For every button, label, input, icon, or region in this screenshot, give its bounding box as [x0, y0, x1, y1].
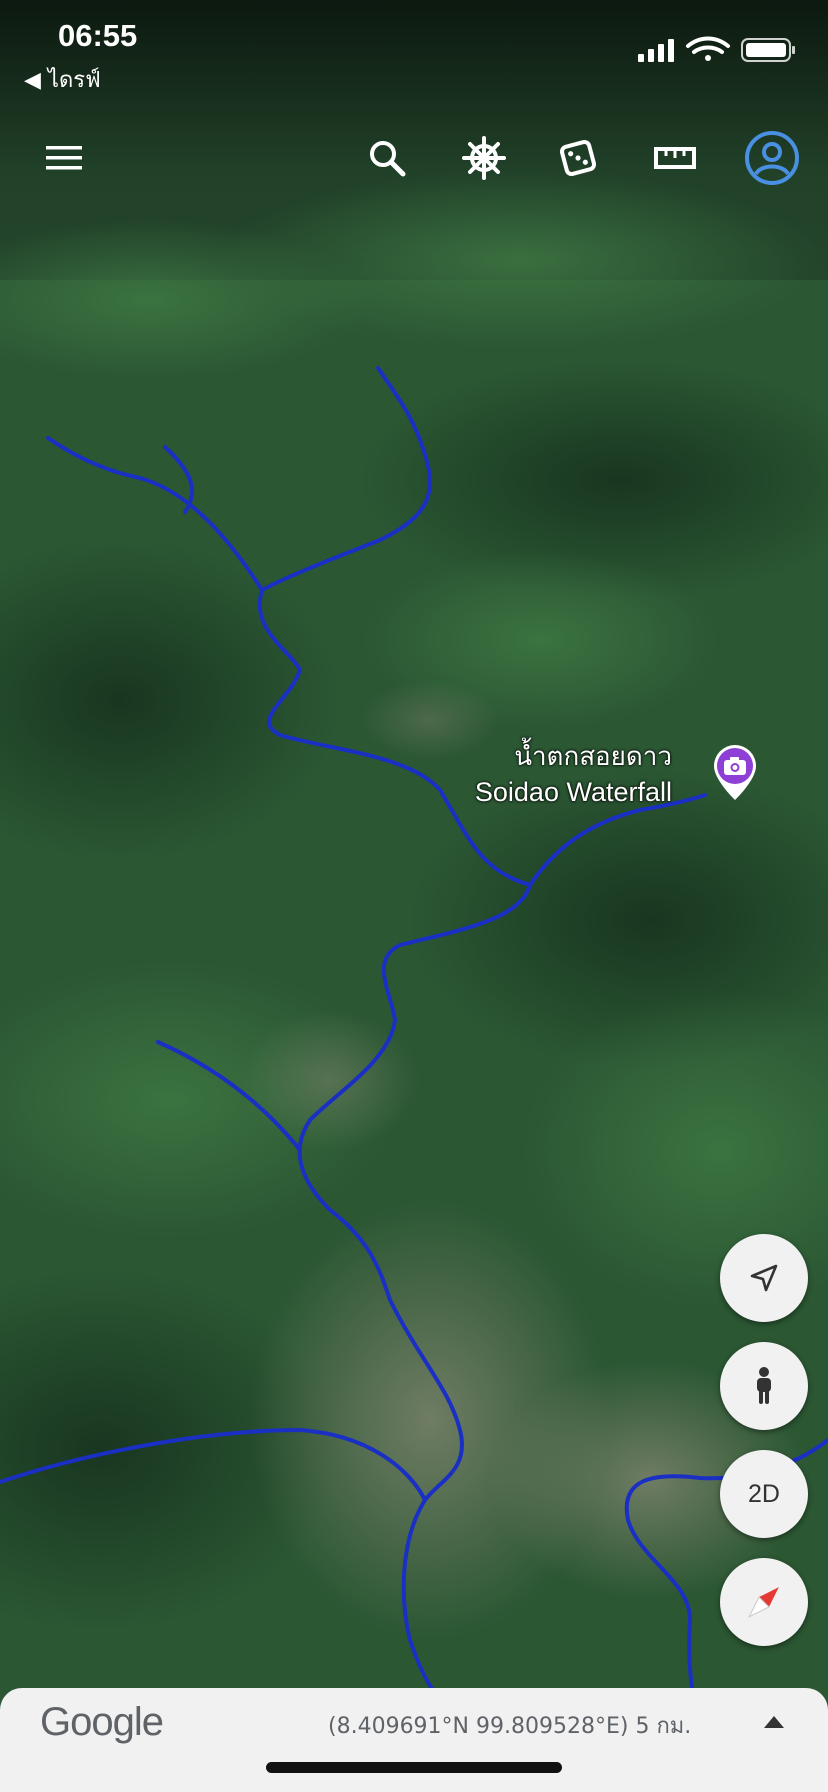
street-view-button[interactable] [720, 1342, 808, 1430]
place-label[interactable]: น้ำตกสอยดาว Soidao Waterfall [475, 740, 672, 810]
chevron-up-icon [764, 1716, 784, 1728]
account-icon [745, 131, 799, 185]
account-button[interactable] [742, 128, 802, 188]
dice-icon [559, 139, 597, 177]
location-arrow-icon [750, 1264, 778, 1292]
measure-button[interactable] [645, 128, 705, 188]
status-time: 06:55 [58, 18, 138, 53]
menu-button[interactable] [34, 128, 94, 188]
compass-button[interactable] [720, 1558, 808, 1646]
compass-icon [748, 1587, 779, 1618]
pegman-icon [757, 1367, 771, 1404]
battery-icon [741, 38, 795, 62]
back-to-drive-link[interactable]: ◀ ไดรฟ์ [24, 62, 101, 97]
my-location-button[interactable] [720, 1234, 808, 1322]
ruler-icon [654, 147, 696, 169]
voyager-button[interactable] [454, 128, 514, 188]
place-name-english: Soidao Waterfall [474, 777, 672, 807]
photo-place-pin[interactable] [710, 744, 760, 802]
google-logo: Google [40, 1700, 164, 1744]
hamburger-menu-icon [46, 146, 82, 170]
place-name-thai: น้ำตกสอยดาว [514, 742, 672, 772]
status-icons [638, 36, 798, 64]
toggle-2d-button[interactable]: 2D [720, 1450, 808, 1538]
camera-pin-icon [714, 745, 756, 800]
satellite-map[interactable] [0, 0, 828, 1792]
expand-info-button[interactable] [752, 1704, 796, 1740]
wifi-icon [686, 36, 730, 61]
home-indicator[interactable] [266, 1762, 562, 1773]
feeling-lucky-button[interactable] [548, 128, 608, 188]
cellular-signal-icon [638, 39, 674, 62]
search-button[interactable] [357, 128, 417, 188]
ship-wheel-icon [462, 136, 506, 180]
coordinates-readout: (8.409691°N 99.809528°E) 5 กม. [328, 1714, 692, 1739]
toggle-2d-label: 2D [748, 1479, 780, 1508]
search-icon [370, 141, 406, 177]
